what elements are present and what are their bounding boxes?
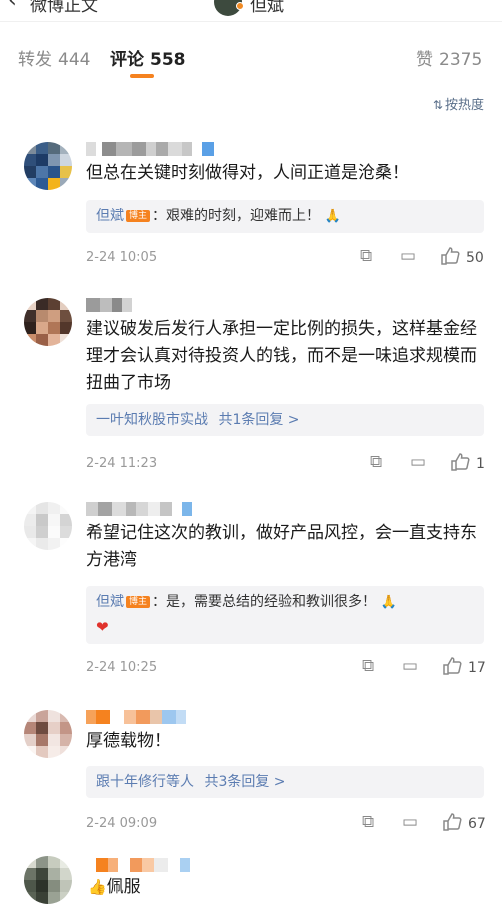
- like-icon[interactable]: [442, 812, 462, 832]
- reply-preview[interactable]: 跟十年修行等人 共3条回复 >: [86, 766, 484, 798]
- username-blurred[interactable]: [86, 142, 214, 156]
- share-icon[interactable]: ⧉: [362, 812, 374, 832]
- comment-meta: 2-24 10:25 ⧉ ▭ 17: [86, 656, 486, 678]
- comment-time: 2-24 09:09: [86, 816, 158, 831]
- tab-comments-count: 558: [150, 50, 186, 70]
- tab-reposts[interactable]: 转发 444: [18, 45, 90, 70]
- sort-by-hot-button[interactable]: ⇅ 按热度: [433, 94, 484, 113]
- avatar[interactable]: [24, 502, 72, 550]
- reply-author[interactable]: 一叶知秋股市实战: [96, 412, 208, 428]
- avatar[interactable]: [24, 710, 72, 758]
- comment-icon[interactable]: ▭: [400, 246, 416, 266]
- share-icon[interactable]: ⧉: [362, 656, 374, 676]
- active-tab-indicator: [130, 74, 154, 78]
- comment-text: 但总在关键时刻做得对，人间正道是沧桑！: [86, 163, 409, 183]
- reply-author[interactable]: 但斌: [96, 208, 124, 224]
- comment-icon[interactable]: ▭: [402, 656, 418, 676]
- reply-preview[interactable]: 但斌 博主 ：是，需要总结的经验和教训很多！ 🙏 ❤: [86, 586, 484, 644]
- thumbs-up-emoji-icon: 👍: [88, 878, 107, 896]
- avatar[interactable]: [24, 142, 72, 190]
- reply-text: ：是，需要总结的经验和教训很多！: [152, 594, 377, 610]
- comment-time: 2-24 11:23: [86, 456, 158, 471]
- avatar[interactable]: [24, 856, 72, 904]
- tab-comments[interactable]: 评论 558: [110, 45, 186, 70]
- blogger-badge: 博主: [126, 210, 151, 222]
- comment-time: 2-24 10:05: [86, 250, 158, 265]
- comment-icon[interactable]: ▭: [402, 812, 418, 832]
- comment-text: 厚德载物！: [86, 731, 171, 751]
- like-count: 50: [466, 250, 484, 266]
- reply-preview[interactable]: 一叶知秋股市实战 共1条回复 >: [86, 404, 484, 436]
- back-label[interactable]: 微博正文: [30, 0, 98, 16]
- comment-text-content: 佩服: [106, 877, 141, 897]
- comment-text: 希望记住这次的教训，做好产品风控，会一直支持东方港湾: [86, 523, 477, 570]
- username-blurred[interactable]: [86, 298, 132, 312]
- view-replies-link[interactable]: 共3条回复 >: [204, 774, 285, 790]
- tab-comments-label: 评论: [110, 50, 144, 70]
- reply-author[interactable]: 跟十年修行等人: [96, 774, 194, 790]
- like-count: 17: [468, 660, 486, 676]
- clap-emoji-icon: 🙏: [324, 209, 341, 224]
- like-icon[interactable]: [442, 656, 462, 676]
- chevron-left-icon[interactable]: ‹: [8, 0, 17, 13]
- like-count: 67: [468, 816, 486, 832]
- like-icon[interactable]: [440, 246, 460, 266]
- view-replies-link[interactable]: 共1条回复 >: [218, 412, 299, 428]
- comment-meta: 2-24 11:23 ⧉ ▭ 1: [86, 452, 486, 474]
- comment-icon[interactable]: ▭: [410, 452, 426, 472]
- avatar[interactable]: [24, 298, 72, 346]
- author-name[interactable]: 但斌: [250, 0, 284, 16]
- username-blurred[interactable]: [86, 710, 186, 724]
- tab-likes-count: 2375: [439, 50, 483, 70]
- tab-likes[interactable]: 赞 2375: [416, 45, 482, 70]
- share-icon[interactable]: ⧉: [370, 452, 382, 472]
- heart-emoji-icon: ❤: [96, 618, 109, 636]
- tab-reposts-count: 444: [58, 50, 91, 70]
- clap-emoji-icon: 🙏: [380, 595, 397, 610]
- username-blurred[interactable]: [86, 502, 192, 516]
- comment-meta: 2-24 09:09 ⧉ ▭ 67: [86, 812, 486, 834]
- username-blurred[interactable]: [86, 858, 190, 872]
- tab-reposts-label: 转发: [18, 50, 52, 70]
- tab-bar: 转发 444 评论 558 赞 2375: [0, 40, 502, 78]
- like-icon[interactable]: [450, 452, 470, 472]
- comment-meta: 2-24 10:05 ⧉ ▭ 50: [86, 246, 486, 268]
- comment-text: 建议破发后发行人承担一定比例的损失，这样基金经理才会认真对待投资人的钱，而不是一…: [86, 319, 477, 393]
- sort-icon: ⇅: [432, 98, 443, 112]
- reply-text: ：艰难的时刻，迎难而上！: [152, 208, 321, 224]
- share-icon[interactable]: ⧉: [360, 246, 372, 266]
- reply-author[interactable]: 但斌: [96, 594, 124, 610]
- reply-preview[interactable]: 但斌 博主 ：艰难的时刻，迎难而上！ 🙏: [86, 200, 484, 233]
- sort-label: 按热度: [444, 98, 484, 113]
- like-count: 1: [476, 456, 485, 472]
- comment-time: 2-24 10:25: [86, 660, 158, 675]
- verified-badge-icon: [236, 2, 244, 10]
- tab-likes-label: 赞: [416, 50, 433, 70]
- comment-text: 👍佩服: [88, 874, 488, 901]
- top-nav-bar: ‹ 微博正文 但斌: [0, 0, 502, 22]
- blogger-badge: 博主: [126, 596, 151, 608]
